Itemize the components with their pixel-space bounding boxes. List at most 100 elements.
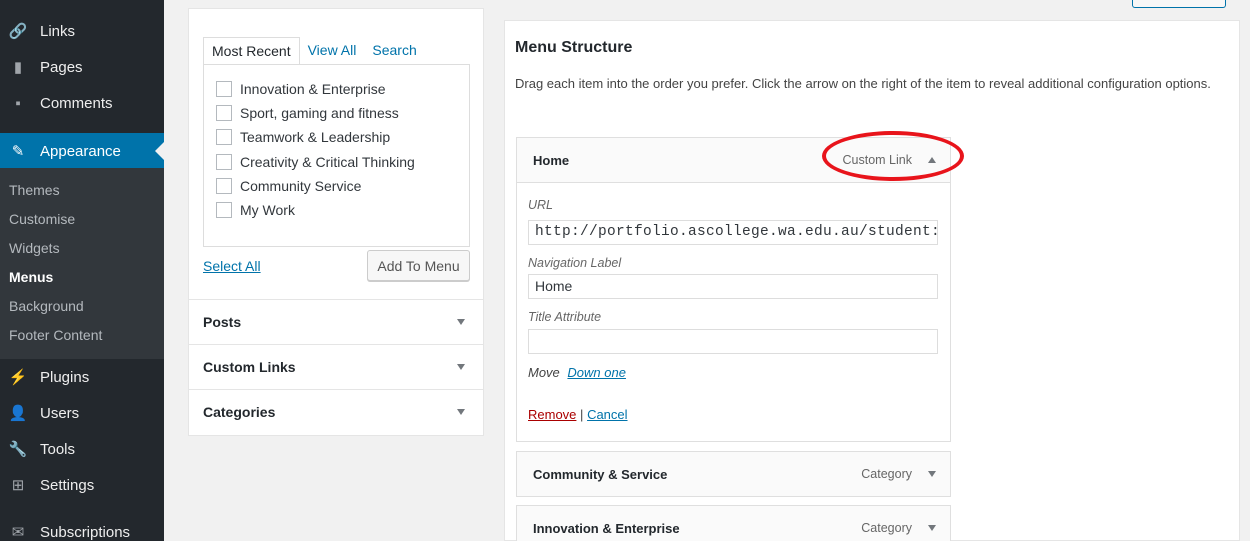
accordion-label: Custom Links — [203, 359, 296, 375]
sidebar-item-label: Settings — [40, 476, 95, 494]
sidebar-item-label: Comments — [40, 94, 113, 112]
page-title: Menu Structure — [515, 39, 633, 56]
users-icon: 👤 — [8, 405, 28, 422]
list-item: My Work — [216, 202, 295, 218]
menu-item-handle[interactable]: Home Custom Link — [517, 138, 950, 182]
accordion-categories[interactable]: Categories — [189, 389, 483, 434]
item-checkbox[interactable] — [216, 202, 232, 218]
chevron-down-icon — [457, 319, 465, 325]
url-input[interactable]: http://portfolio.ascollege.wa.edu.au/stu… — [528, 220, 938, 245]
menu-item-type: Category — [861, 521, 912, 535]
list-item: Community Service — [216, 178, 361, 194]
sidebar-item-label: Pages — [40, 58, 83, 76]
sidebar-item-subscriptions[interactable]: ✉ Subscriptions — [0, 515, 164, 541]
title-attribute-input[interactable] — [528, 329, 938, 354]
add-menu-items-panel: Most Recent View All Search Innovation &… — [188, 8, 484, 436]
submenu-item-customise[interactable]: Customise — [9, 211, 75, 227]
save-menu-button-edge[interactable] — [1132, 0, 1226, 8]
item-label: Teamwork & Leadership — [240, 129, 391, 145]
chevron-down-icon — [457, 364, 465, 370]
submenu-item-themes[interactable]: Themes — [9, 182, 60, 198]
chevron-down-icon — [457, 409, 465, 415]
chevron-down-icon[interactable] — [928, 471, 936, 477]
settings-icon: ⊞ — [11, 477, 25, 494]
appearance-submenu: Themes Customise Widgets Menus Backgroun… — [0, 168, 164, 359]
sidebar-item-tools[interactable]: 🔧 Tools — [0, 432, 164, 466]
menu-item-innovation-enterprise: Innovation & Enterprise Category — [516, 505, 951, 541]
title-attribute-label: Title Attribute — [528, 310, 602, 324]
subscriptions-icon: ✉ — [11, 524, 25, 541]
remove-link[interactable]: Remove — [528, 407, 576, 422]
submenu-item-background[interactable]: Background — [9, 298, 84, 314]
sidebar-item-label: Appearance — [40, 142, 121, 160]
admin-sidebar: 🔗 Links ▮ Pages ▪ Comments ✎ Appearance … — [0, 0, 164, 541]
plugins-icon: ⚡ — [8, 369, 28, 386]
sidebar-item-pages[interactable]: ▮ Pages — [0, 50, 164, 84]
cancel-link[interactable]: Cancel — [587, 407, 627, 422]
sidebar-item-links[interactable]: 🔗 Links — [0, 14, 164, 48]
menu-item-title: Community & Service — [533, 466, 668, 482]
source-tabs: Most Recent View All Search — [203, 37, 425, 65]
link-icon: 🔗 — [8, 23, 28, 40]
nav-label-input[interactable]: Home — [528, 274, 938, 299]
tab-search[interactable]: Search — [364, 37, 424, 65]
menu-item-home: Home Custom Link URL http://portfolio.as… — [516, 137, 951, 442]
sidebar-item-label: Links — [40, 22, 76, 40]
nav-label-label: Navigation Label — [528, 256, 622, 270]
list-item: Teamwork & Leadership — [216, 129, 390, 145]
recent-items-list: Innovation & Enterprise Sport, gaming an… — [203, 64, 470, 247]
url-label: URL — [528, 198, 554, 212]
move-row: Move Down one — [528, 365, 626, 380]
submenu-item-menus[interactable]: Menus — [9, 269, 53, 285]
action-separator: | — [580, 407, 584, 422]
item-label: Community Service — [240, 178, 362, 194]
accordion-custom-links[interactable]: Custom Links — [189, 344, 483, 389]
menu-item-community-service: Community & Service Category — [516, 451, 951, 497]
item-checkbox[interactable] — [216, 81, 232, 97]
menu-item-handle[interactable]: Innovation & Enterprise Category — [517, 506, 950, 541]
add-to-menu-button[interactable]: Add To Menu — [367, 250, 470, 281]
menu-item-settings: URL http://portfolio.ascollege.wa.edu.au… — [517, 182, 950, 441]
tab-most-recent[interactable]: Most Recent — [203, 37, 300, 65]
submenu-item-widgets[interactable]: Widgets — [9, 240, 60, 256]
tab-view-all[interactable]: View All — [300, 37, 365, 65]
sidebar-item-users[interactable]: 👤 Users — [0, 396, 164, 430]
instructions-text: Drag each item into the order you prefer… — [515, 76, 1211, 91]
sidebar-item-appearance[interactable]: ✎ Appearance — [0, 133, 164, 169]
menu-item-handle[interactable]: Community & Service Category — [517, 452, 950, 496]
item-actions: Remove | Cancel — [528, 407, 628, 422]
item-checkbox[interactable] — [216, 154, 232, 170]
item-checkbox[interactable] — [216, 105, 232, 121]
list-item: Innovation & Enterprise — [216, 81, 386, 97]
select-all-link[interactable]: Select All — [203, 258, 261, 274]
list-item: Creativity & Critical Thinking — [216, 154, 415, 170]
accordion-label: Categories — [203, 404, 276, 420]
item-label: My Work — [240, 202, 295, 218]
comments-icon: ▪ — [15, 94, 21, 112]
sidebar-item-label: Plugins — [40, 368, 90, 386]
sidebar-item-label: Subscriptions — [40, 523, 131, 541]
item-checkbox[interactable] — [216, 178, 232, 194]
accordion-label: Posts — [203, 314, 242, 330]
move-down-one-link[interactable]: Down one — [567, 365, 626, 380]
tools-icon: 🔧 — [8, 441, 28, 458]
chevron-down-icon[interactable] — [928, 525, 936, 531]
item-label: Sport, gaming and fitness — [240, 105, 399, 121]
item-label: Innovation & Enterprise — [240, 81, 386, 97]
menu-item-type: Category — [861, 467, 912, 481]
accordion-posts[interactable]: Posts — [189, 299, 483, 344]
item-label: Creativity & Critical Thinking — [240, 154, 415, 170]
sidebar-item-label: Tools — [40, 440, 76, 458]
appearance-icon: ✎ — [11, 143, 25, 160]
submenu-item-footer-content[interactable]: Footer Content — [9, 327, 102, 343]
move-label: Move — [528, 365, 560, 380]
pages-icon: ▮ — [13, 59, 23, 76]
list-item: Sport, gaming and fitness — [216, 105, 399, 121]
menu-structure-panel: Menu Structure Drag each item into the o… — [504, 20, 1240, 541]
menu-item-title: Innovation & Enterprise — [533, 520, 680, 536]
chevron-up-icon[interactable] — [928, 157, 936, 163]
sidebar-item-comments[interactable]: ▪ Comments — [0, 86, 164, 120]
item-checkbox[interactable] — [216, 129, 232, 145]
sidebar-item-settings[interactable]: ⊞ Settings — [0, 468, 164, 502]
sidebar-item-plugins[interactable]: ⚡ Plugins — [0, 360, 164, 394]
